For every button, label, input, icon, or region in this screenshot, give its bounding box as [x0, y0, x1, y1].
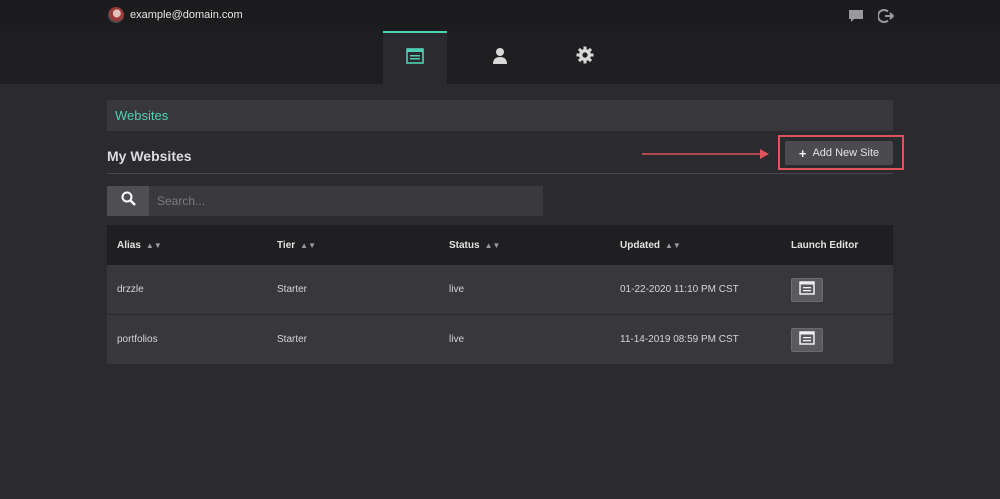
search-input[interactable] — [149, 186, 543, 216]
cell-tier: Starter — [277, 334, 308, 345]
websites-icon — [406, 48, 424, 69]
sort-icon: ▲▼ — [665, 240, 681, 250]
search-bar — [107, 186, 543, 216]
avatar[interactable] — [108, 7, 124, 23]
user-menu[interactable]: example@domain.com — [108, 7, 243, 23]
column-header-launch-editor: Launch Editor — [791, 239, 859, 251]
plus-icon: + — [798, 145, 807, 161]
column-header-updated[interactable]: Updated ▲▼ — [620, 240, 791, 251]
cell-status: live — [449, 334, 465, 345]
cell-alias: portfolios — [117, 334, 158, 345]
sort-icon: ▲▼ — [145, 240, 162, 250]
top-bar: example@domain.com — [0, 0, 1000, 31]
section-header: Websites — [107, 100, 893, 131]
column-header-status[interactable]: Status ▲▼ — [449, 240, 620, 251]
table-header: Alias ▲▼ Tier ▲▼ Status ▲▼ Updated ▲▼ Launch… — [107, 225, 893, 265]
chat-icon[interactable] — [848, 9, 864, 29]
user-email: example@domain.com — [130, 9, 243, 21]
editor-icon — [799, 331, 815, 348]
cell-updated: 11-14-2019 08:59 PM CST — [620, 334, 739, 345]
launch-editor-button[interactable] — [791, 277, 823, 302]
table-row: portfolios Starter live 11-14-2019 08:59… — [107, 315, 893, 365]
launch-editor-button[interactable] — [791, 327, 823, 352]
sort-icon: ▲▼ — [484, 240, 501, 250]
search-icon — [121, 191, 136, 211]
cell-updated: 01-22-2020 11:10 PM CST — [620, 284, 739, 295]
tab-websites[interactable] — [383, 31, 447, 84]
search-button[interactable] — [107, 186, 149, 216]
column-header-alias[interactable]: Alias ▲▼ — [107, 240, 277, 251]
section-title: Websites — [115, 108, 169, 123]
annotation-arrow — [642, 147, 770, 165]
cell-tier: Starter — [277, 284, 308, 295]
column-header-tier[interactable]: Tier ▲▼ — [277, 240, 449, 251]
add-new-site-label: Add New Site — [812, 147, 880, 159]
divider — [107, 173, 893, 174]
websites-table: Alias ▲▼ Tier ▲▼ Status ▲▼ Updated ▲▼ Launch… — [107, 225, 893, 365]
main-nav — [0, 31, 1000, 84]
cell-status: live — [449, 284, 465, 295]
logout-icon[interactable] — [877, 8, 895, 29]
user-icon — [492, 47, 508, 69]
tab-account[interactable] — [468, 31, 532, 84]
sort-icon: ▲▼ — [300, 240, 317, 250]
cell-alias: drzzle — [117, 284, 144, 295]
editor-icon — [799, 281, 815, 298]
add-new-site-button[interactable]: + Add New Site — [785, 141, 893, 165]
gear-icon — [576, 46, 594, 69]
page-title: My Websites — [107, 148, 192, 164]
table-row: drzzle Starter live 01-22-2020 11:10 PM … — [107, 265, 893, 315]
tab-settings[interactable] — [553, 31, 617, 84]
